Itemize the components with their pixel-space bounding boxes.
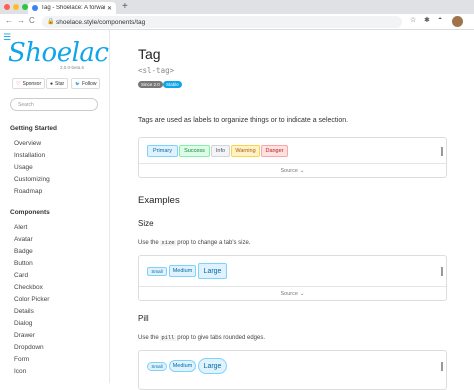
- sidebar-item-dialog[interactable]: Dialog: [14, 320, 32, 327]
- star-label: Star: [55, 80, 65, 87]
- tag-info: Info: [211, 145, 230, 157]
- since-badge: Since 2.0: [138, 81, 163, 88]
- demo-preview: Small Medium Large: [139, 351, 446, 382]
- demo-preview: Small Medium Large: [139, 256, 446, 287]
- page-title: Tag: [138, 46, 161, 62]
- lock-icon: 🔒: [47, 19, 55, 25]
- pill-heading: Pill: [138, 314, 149, 323]
- version-label: 2.0.0-beta.6: [60, 65, 85, 70]
- close-tab-icon[interactable]: ✕: [107, 5, 112, 12]
- tag-small: Small: [147, 267, 167, 276]
- sidebar-item-dropdown[interactable]: Dropdown: [14, 344, 44, 351]
- resize-handle[interactable]: [441, 147, 443, 156]
- sidebar-item-button[interactable]: Button: [14, 260, 33, 267]
- reload-icon[interactable]: C: [29, 16, 35, 25]
- pill-desc-post: prop to give tabs rounded edges.: [175, 335, 266, 341]
- tag-medium: Medium: [169, 265, 196, 277]
- close-window-button[interactable]: [4, 4, 10, 10]
- pill-desc-code: pill: [160, 335, 176, 341]
- new-tab-button[interactable]: +: [122, 1, 128, 12]
- stable-badge: Stable: [163, 81, 182, 88]
- window-controls: [4, 4, 28, 10]
- pill-tag-medium: Medium: [169, 360, 196, 372]
- demo-pill: Small Medium Large: [138, 350, 447, 390]
- resize-handle[interactable]: [441, 267, 443, 276]
- chevron-down-icon: ⌄: [299, 290, 305, 297]
- shoelace-logo[interactable]: Shoelace: [8, 38, 109, 68]
- sidebar-item-avatar[interactable]: Avatar: [14, 236, 33, 243]
- favicon-icon: [32, 5, 38, 11]
- minimize-window-button[interactable]: [13, 4, 19, 10]
- sidebar-item-alert[interactable]: Alert: [14, 224, 27, 231]
- github-icon: ●: [50, 80, 54, 87]
- tag-large: Large: [198, 263, 227, 279]
- nav-section-components: Components: [10, 209, 50, 216]
- sidebar-item-installation[interactable]: Installation: [14, 152, 45, 159]
- star-button[interactable]: ● Star: [46, 78, 69, 89]
- resize-handle[interactable]: [441, 362, 443, 371]
- sidebar-item-usage[interactable]: Usage: [14, 164, 33, 171]
- tag-success: Success: [179, 145, 210, 157]
- profile-icon[interactable]: ◓: [438, 16, 442, 23]
- sidebar-item-badge[interactable]: Badge: [14, 248, 33, 255]
- demo-size: Small Medium Large Source ⌄: [138, 255, 447, 301]
- user-avatar[interactable]: [452, 16, 463, 27]
- sidebar-item-color-picker[interactable]: Color Picker: [14, 296, 49, 303]
- pill-desc-pre: Use the: [138, 335, 161, 341]
- nav-section-getting-started: Getting Started: [10, 125, 57, 132]
- follow-label: Follow: [81, 80, 97, 87]
- source-label: Source: [280, 290, 298, 297]
- pill-tag-small: Small: [147, 362, 167, 371]
- sidebar-item-checkbox[interactable]: Checkbox: [14, 284, 43, 291]
- size-desc-pre: Use the: [138, 240, 161, 246]
- heart-icon: ♡: [16, 80, 21, 87]
- pill-description: Use the pill prop to give tabs rounded e…: [138, 335, 265, 341]
- tag-danger: Danger: [261, 145, 288, 157]
- pill-tag-large: Large: [198, 358, 227, 374]
- browser-toolbar: ← → C 🔒 shoelace.style/components/tag ☆ …: [0, 14, 474, 30]
- sidebar-item-customizing[interactable]: Customizing: [14, 176, 50, 183]
- forward-icon[interactable]: →: [17, 16, 25, 25]
- size-description: Use the size prop to change a tab's size…: [138, 240, 250, 246]
- bookmark-star-icon[interactable]: ☆: [410, 16, 416, 24]
- main-content: Tag <sl-tag> Since 2.0 Stable Tags are u…: [110, 30, 474, 390]
- browser-tab[interactable]: Tag - Shoelace: A forward-thi ✕: [28, 2, 116, 14]
- component-tag-name: <sl-tag>: [138, 66, 175, 75]
- twitter-icon: 🐦: [75, 81, 80, 86]
- size-desc-post: prop to change a tab's size.: [175, 240, 251, 246]
- extensions-icon[interactable]: ✱: [424, 16, 430, 24]
- sidebar-item-drawer[interactable]: Drawer: [14, 332, 35, 339]
- search-input[interactable]: Search: [10, 98, 98, 111]
- demo-preview: Primary Success Info Warning Danger: [139, 138, 446, 164]
- address-bar[interactable]: 🔒 shoelace.style/components/tag: [42, 16, 402, 28]
- source-label: Source: [280, 167, 298, 174]
- tag-primary: Primary: [147, 145, 178, 157]
- sidebar-item-card[interactable]: Card: [14, 272, 28, 279]
- sidebar-item-icon[interactable]: Icon: [14, 368, 26, 375]
- size-heading: Size: [138, 219, 154, 228]
- intro-text: Tags are used as labels to organize thin…: [138, 117, 349, 124]
- back-icon[interactable]: ←: [5, 16, 13, 25]
- source-toggle[interactable]: Source ⌄: [139, 164, 446, 177]
- sidebar-item-form[interactable]: Form: [14, 356, 29, 363]
- demo-variants: Primary Success Info Warning Danger Sour…: [138, 137, 447, 178]
- chevron-down-icon: ⌄: [299, 167, 305, 174]
- sidebar: ☰ Shoelace 2.0.0-beta.6 ♡ Sponsor ● Star…: [0, 30, 110, 383]
- sidebar-item-details[interactable]: Details: [14, 308, 34, 315]
- size-desc-code: size: [160, 240, 176, 246]
- source-toggle[interactable]: Source ⌄: [139, 287, 446, 300]
- sponsor-label: Sponsor: [22, 80, 42, 87]
- sponsor-button[interactable]: ♡ Sponsor: [12, 78, 46, 89]
- tag-warning: Warning: [231, 145, 260, 157]
- tab-title: Tag - Shoelace: A forward-thi: [41, 5, 105, 11]
- sidebar-item-roadmap[interactable]: Roadmap: [14, 188, 42, 195]
- examples-heading: Examples: [138, 195, 180, 206]
- sidebar-item-overview[interactable]: Overview: [14, 140, 41, 147]
- follow-button[interactable]: 🐦 Follow: [71, 78, 101, 89]
- browser-tab-strip: Tag - Shoelace: A forward-thi ✕ +: [0, 0, 474, 14]
- url-text: shoelace.style/components/tag: [56, 18, 146, 26]
